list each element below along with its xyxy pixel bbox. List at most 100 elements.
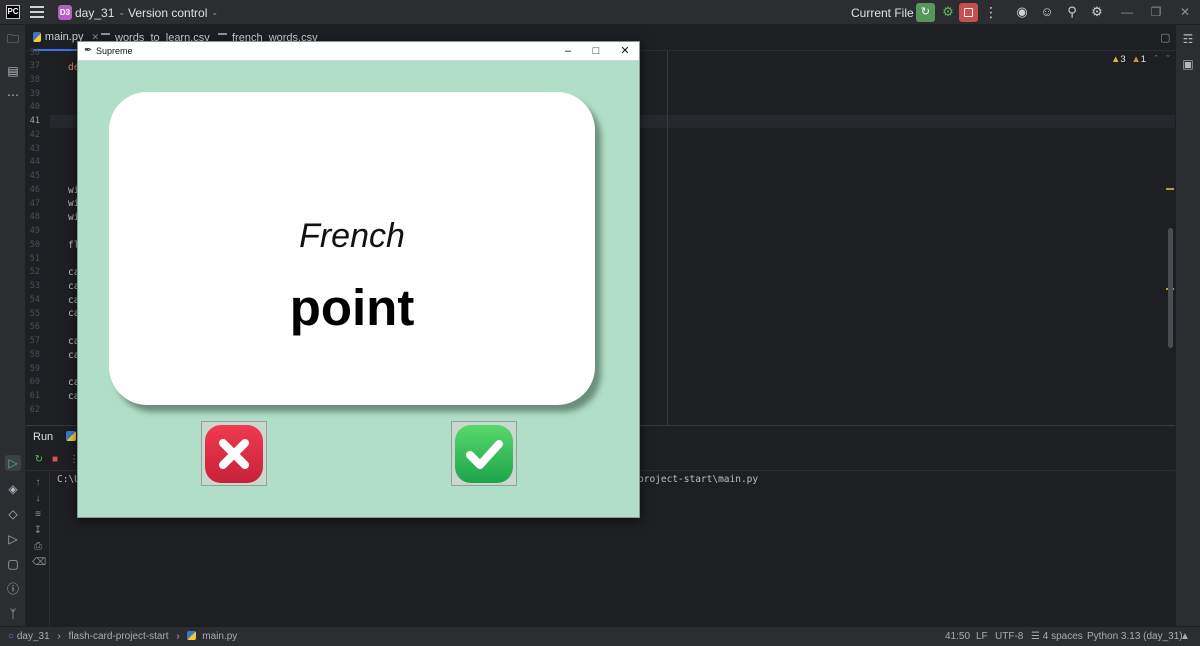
restore-icon[interactable]: ❐ — [1148, 4, 1164, 20]
run-side-toolbar: ↑ ↓ ≡ ↧ ⎙ ⌫ — [26, 471, 50, 626]
flashcard: French point — [109, 92, 595, 405]
tab-options-icon[interactable]: ▢ — [1160, 31, 1170, 44]
indent-setting[interactable]: ☰ 4 spaces — [1031, 631, 1083, 642]
line-number: 55 — [29, 309, 40, 319]
stop-icon — [964, 8, 973, 17]
main-menu-icon[interactable] — [30, 6, 44, 18]
scroll-to-end-icon[interactable]: ↧ — [32, 525, 44, 537]
line-number: 37 — [29, 61, 40, 71]
rerun-icon[interactable]: ↻ — [33, 454, 45, 466]
search-icon[interactable]: ⚲ — [1064, 4, 1080, 20]
add-user-icon[interactable]: ☺ — [1039, 4, 1055, 20]
structure-icon[interactable]: ▤ — [5, 63, 21, 79]
line-number: 56 — [29, 322, 40, 332]
warning-icon: ▲ — [1111, 54, 1121, 65]
chevron-down-icon[interactable]: ˇ — [1167, 54, 1170, 65]
editor-scrollbar[interactable] — [1168, 228, 1173, 348]
arrow-up-icon[interactable]: ↑ — [32, 477, 44, 489]
rerun-icon[interactable]: ↻ — [916, 3, 935, 22]
card-word-label: point — [289, 279, 415, 336]
line-number: 48 — [29, 212, 40, 222]
stop-icon[interactable]: ■ — [49, 454, 61, 466]
inspection-widget[interactable]: ▲3 ▲1 ˆ ˇ — [1111, 54, 1170, 65]
breadcrumb-item[interactable]: main.py — [202, 631, 237, 642]
wrong-button[interactable] — [201, 421, 267, 486]
trash-icon[interactable]: ⌫ — [32, 557, 46, 569]
print-icon[interactable]: ⎙ — [32, 541, 44, 553]
line-number: 42 — [29, 130, 40, 140]
version-control-menu[interactable]: Version control ⌄ — [128, 0, 218, 25]
python-file-icon — [66, 431, 76, 441]
python-file-icon — [187, 631, 197, 640]
close-icon[interactable]: ✕ — [616, 43, 634, 59]
window-title-bar[interactable]: ✒ Supreme – □ ✕ — [78, 42, 639, 61]
flashcard-app-window: ✒ Supreme – □ ✕ French point — [77, 41, 640, 518]
soft-wrap-icon[interactable]: ≡ — [32, 509, 44, 521]
minimize-icon[interactable]: – — [559, 43, 577, 59]
more-tools-icon[interactable]: ⋯ — [5, 87, 21, 103]
module-icon: ○ — [8, 631, 15, 642]
tk-feather-icon: ✒ — [84, 45, 93, 56]
stop-button[interactable] — [959, 3, 978, 22]
line-number: 44 — [29, 157, 40, 167]
ai-chat-icon[interactable]: ▣ — [1180, 56, 1196, 72]
layers-icon[interactable]: ◇ — [5, 506, 21, 522]
line-ending[interactable]: LF — [976, 631, 988, 642]
pycharm-logo-icon[interactable]: PC — [6, 5, 20, 19]
project-selector[interactable]: day_31 ⌄ — [75, 0, 125, 25]
breadcrumb-item[interactable]: day_31 — [17, 631, 50, 642]
run-panel-title[interactable]: Run — [33, 431, 53, 443]
run-config-selector[interactable]: Current File ⌄ — [851, 0, 924, 25]
run-tool-icon[interactable]: ▷ — [5, 455, 21, 471]
right-button[interactable] — [451, 421, 517, 486]
line-number-gutter: 36 37 38 39 40 41 42 43 44 45 46 47 48 4… — [26, 48, 66, 425]
maximize-icon[interactable]: □ — [587, 43, 605, 59]
line-number: 47 — [29, 199, 40, 209]
breadcrumb-item[interactable]: flash-card-project-start — [69, 631, 169, 642]
indent-icon: ☰ — [1031, 631, 1040, 642]
project-folder-icon[interactable]: 🗀 — [5, 31, 21, 47]
arrow-down-icon[interactable]: ↓ — [32, 493, 44, 505]
line-number: 58 — [29, 350, 40, 360]
debug-icon[interactable]: ⚙ — [940, 4, 956, 20]
problems-icon[interactable]: ⓘ — [5, 581, 21, 597]
python-file-icon — [33, 32, 41, 42]
python-packages-icon[interactable]: ◈ — [5, 481, 21, 497]
line-number: 53 — [29, 281, 40, 291]
warning-marker[interactable] — [1166, 188, 1174, 190]
status-bar: ○ day_31 › flash-card-project-start › ma… — [0, 626, 1200, 646]
more-actions-icon[interactable]: ⋮ — [984, 4, 998, 20]
chevron-right-icon: › — [176, 631, 180, 642]
chevron-right-icon: › — [57, 631, 61, 642]
project-badge: D3 — [58, 5, 72, 20]
card-language-label: French — [299, 217, 405, 255]
settings-gear-icon[interactable]: ⚙ — [1089, 4, 1105, 20]
terminal-icon[interactable]: ▢ — [5, 556, 21, 572]
line-number: 38 — [29, 75, 40, 85]
line-number: 36 — [29, 48, 40, 58]
weak-warning-icon: ▲ — [1131, 54, 1141, 65]
line-number: 59 — [29, 364, 40, 374]
line-number: 52 — [29, 267, 40, 277]
minimize-icon[interactable]: — — [1119, 4, 1135, 20]
services-icon[interactable]: ▷ — [5, 531, 21, 547]
console-output-end: project-start\main.py — [638, 474, 759, 485]
breadcrumb: ○ day_31 › flash-card-project-start › ma… — [8, 631, 237, 642]
warnings-count: 3 — [1120, 54, 1126, 65]
line-number-current: 41 — [29, 116, 40, 126]
caret-position[interactable]: 41:50 — [945, 631, 970, 642]
weak-warnings-count: 1 — [1140, 54, 1147, 65]
notifications-icon[interactable]: ☶ — [1180, 31, 1196, 47]
line-number: 51 — [29, 254, 40, 264]
close-icon[interactable]: ✕ — [1177, 4, 1193, 20]
git-icon[interactable]: ᛉ — [5, 606, 21, 622]
line-number: 57 — [29, 336, 40, 346]
lock-icon[interactable]: ▲ — [1180, 631, 1190, 642]
indent-label: 4 spaces — [1042, 631, 1083, 642]
line-number: 62 — [29, 405, 40, 415]
line-number: 43 — [29, 144, 40, 154]
chevron-up-icon[interactable]: ˆ — [1155, 54, 1158, 65]
python-interpreter[interactable]: Python 3.13 (day_31) — [1087, 631, 1183, 642]
file-encoding[interactable]: UTF-8 — [995, 631, 1023, 642]
ai-assistant-icon[interactable]: ◉ — [1014, 4, 1030, 20]
